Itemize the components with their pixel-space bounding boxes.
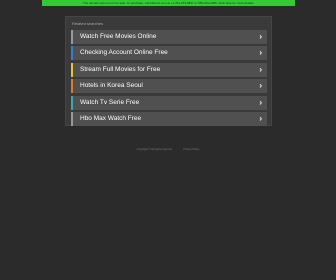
search-link-checking-account-online-free[interactable]: Checking Account Online Free › xyxy=(71,46,267,61)
chevron-right-icon: › xyxy=(259,81,262,91)
search-link-label: Watch Tv Serie Free xyxy=(80,98,140,106)
related-searches-heading: Related searches xyxy=(72,21,104,26)
search-link-label: Checking Account Online Free xyxy=(80,49,168,57)
search-link-hbo-max-watch-free[interactable]: Hbo Max Watch Free › xyxy=(71,111,267,126)
copyright-text: Copyright © All rights reserved. xyxy=(136,148,173,151)
chevron-right-icon: › xyxy=(259,32,262,41)
search-link-watch-tv-serie-free[interactable]: Watch Tv Serie Free › xyxy=(71,95,267,110)
privacy-policy-link[interactable]: Privacy Policy xyxy=(183,148,199,151)
chevron-right-icon: › xyxy=(259,48,262,58)
search-link-label: Watch Free Movies Online xyxy=(80,33,157,40)
chevron-right-icon: › xyxy=(259,113,262,123)
chevron-right-icon: › xyxy=(259,97,262,107)
related-searches-list: Watch Free Movies Online › Checking Acco… xyxy=(71,30,267,128)
search-link-hotels-in-korea-seoul[interactable]: Hotels in Korea Seoul › xyxy=(71,79,267,94)
search-link-stream-full-movies-for-free[interactable]: Stream Full Movies for Free › xyxy=(71,62,267,77)
search-link-label: Stream Full Movies for Free xyxy=(80,65,161,73)
search-link-label: Hbo Max Watch Free xyxy=(80,114,142,122)
search-link-label: Hotels in Korea Seoul xyxy=(80,82,143,90)
chevron-right-icon: › xyxy=(259,64,262,74)
domain-sale-banner[interactable]: The domain was.com is for sale. To purch… xyxy=(42,0,295,6)
search-link-watch-free-movies-online[interactable]: Watch Free Movies Online › xyxy=(71,30,267,44)
related-searches-panel: Related searches Watch Free Movies Onlin… xyxy=(65,16,272,126)
footer: Copyright © All rights reserved. Privacy… xyxy=(0,148,336,151)
